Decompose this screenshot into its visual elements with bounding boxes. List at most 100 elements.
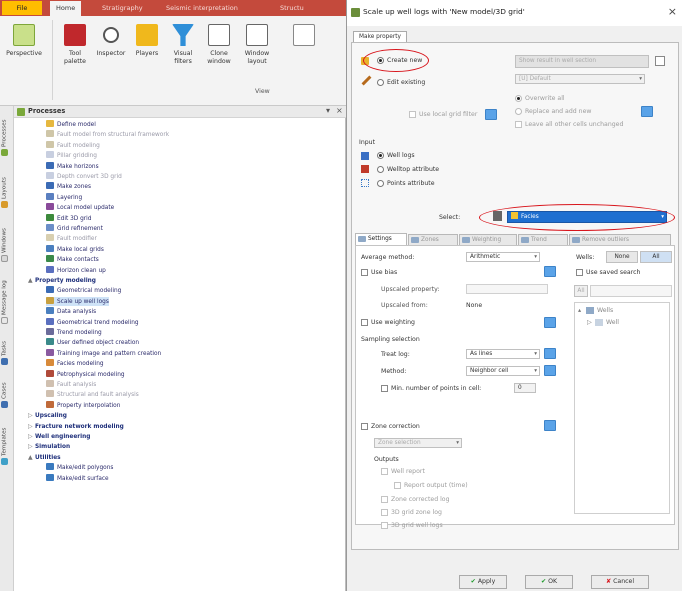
- use-bias-checkbox[interactable]: [361, 269, 368, 276]
- ok-button[interactable]: ✔ OK: [525, 575, 573, 589]
- process-item[interactable]: Make horizons: [46, 161, 99, 171]
- process-group[interactable]: ▷ Well engineering: [28, 432, 90, 441]
- process-item[interactable]: Training image and pattern creation: [46, 348, 161, 358]
- zone-selection-combo[interactable]: Zone selection ▾: [374, 438, 462, 448]
- process-item[interactable]: Local model update: [46, 203, 114, 212]
- saved-search-checkbox[interactable]: [576, 269, 583, 276]
- inspector-button[interactable]: Inspector: [94, 22, 128, 88]
- side-tab-layouts[interactable]: Layouts: [1, 170, 13, 216]
- process-item[interactable]: Edit 3D grid: [46, 213, 91, 223]
- tab-home[interactable]: Home: [50, 1, 82, 16]
- expand-arrow-icon[interactable]: ▲: [28, 276, 35, 285]
- default-combo[interactable]: [U] Default ▾: [515, 74, 645, 84]
- process-group[interactable]: ▲ Property modeling: [28, 276, 96, 285]
- perspective-button[interactable]: Perspective: [2, 22, 46, 88]
- replace-options-button[interactable]: [641, 106, 653, 117]
- use-weighting-checkbox[interactable]: [361, 319, 368, 326]
- wells-none-button[interactable]: None: [606, 251, 638, 263]
- show-result-checkbox[interactable]: [655, 56, 665, 66]
- tab-remove-outliers[interactable]: Remove outliers: [569, 234, 671, 245]
- process-item[interactable]: Geometrical modeling: [46, 286, 121, 295]
- treat-log-combo[interactable]: As lines ▾: [466, 349, 540, 359]
- process-item[interactable]: Fault analysis: [46, 380, 96, 389]
- zone-correction-button[interactable]: [544, 420, 556, 431]
- create-new-radio[interactable]: [377, 57, 384, 64]
- upscaled-property-field[interactable]: [466, 284, 548, 294]
- side-tab-processes[interactable]: Processes: [1, 110, 13, 166]
- weighting-settings-button[interactable]: [544, 317, 556, 328]
- grid-well-logs-checkbox[interactable]: [381, 522, 388, 529]
- clone-window-button[interactable]: Clone window: [202, 22, 236, 88]
- tree-root-label[interactable]: Wells: [597, 307, 613, 314]
- process-item[interactable]: Fault model from structural framework: [46, 130, 169, 139]
- expand-arrow-icon[interactable]: ▷: [28, 411, 35, 420]
- method-button[interactable]: [544, 365, 556, 376]
- bias-settings-button[interactable]: [544, 266, 556, 277]
- process-item[interactable]: Horizon clean up: [46, 265, 106, 275]
- treat-log-button[interactable]: [544, 348, 556, 359]
- zone-correction-checkbox[interactable]: [361, 423, 368, 430]
- expand-arrow-icon[interactable]: ▷: [28, 422, 35, 431]
- process-item[interactable]: Make/edit surface: [46, 473, 109, 483]
- visual-filters-button[interactable]: Visual filters: [166, 22, 200, 88]
- tab-weighting[interactable]: Weighting: [459, 234, 517, 245]
- process-item[interactable]: Define model: [46, 120, 96, 129]
- process-item[interactable]: Make contacts: [46, 255, 99, 264]
- ribbon-more-button[interactable]: [284, 22, 324, 88]
- process-item[interactable]: Fault modifier: [46, 234, 97, 243]
- tree-child-expand-icon[interactable]: ▷: [587, 319, 592, 326]
- process-item[interactable]: User defined object creation: [46, 338, 139, 347]
- expand-arrow-icon[interactable]: ▷: [28, 432, 35, 441]
- process-group[interactable]: ▲ Utilities: [28, 453, 61, 462]
- process-item[interactable]: Facies modeling: [46, 359, 104, 368]
- panel-menu-icon[interactable]: ▾: [326, 106, 330, 115]
- process-item[interactable]: Structural and fault analysis: [46, 390, 139, 399]
- process-group[interactable]: ▷ Fracture network modeling: [28, 422, 124, 431]
- report-output-checkbox[interactable]: [394, 482, 401, 489]
- players-button[interactable]: Players: [130, 22, 164, 88]
- edit-existing-radio[interactable]: [377, 79, 384, 86]
- process-item[interactable]: Data analysis: [46, 307, 96, 316]
- tab-trend[interactable]: Trend: [518, 234, 568, 245]
- grid-filter-button[interactable]: [485, 109, 497, 120]
- average-method-combo[interactable]: Arithmetic ▾: [466, 252, 540, 262]
- side-tab-cases[interactable]: Cases: [1, 376, 13, 414]
- select-combo[interactable]: Facies ▾: [507, 211, 667, 223]
- process-item[interactable]: Trend modeling: [46, 328, 102, 337]
- grid-zone-log-checkbox[interactable]: [381, 509, 388, 516]
- process-item[interactable]: Geometrical trend modeling: [46, 317, 139, 327]
- show-result-button[interactable]: Show result in well section: [515, 55, 649, 68]
- tree-child-label[interactable]: Well: [606, 319, 619, 326]
- process-item[interactable]: Pillar gridding: [46, 151, 97, 160]
- wells-search-field[interactable]: [590, 285, 672, 297]
- side-tab-templates[interactable]: Templates: [1, 418, 13, 474]
- process-group[interactable]: ▷ Simulation: [28, 442, 70, 451]
- overwrite-all-radio[interactable]: [515, 95, 522, 102]
- tab-seismic-interpretation[interactable]: Seismic interpretation: [160, 2, 244, 14]
- window-layout-button[interactable]: Window layout: [240, 22, 274, 88]
- points-attribute-radio[interactable]: [377, 180, 384, 187]
- apply-button[interactable]: ✔ Apply: [459, 575, 507, 589]
- process-item[interactable]: Make/edit polygons: [46, 463, 113, 472]
- local-grid-filter-checkbox[interactable]: [409, 111, 416, 118]
- tab-structural[interactable]: Structu: [274, 2, 310, 14]
- welltop-attribute-radio[interactable]: [377, 166, 384, 173]
- zone-corrected-log-checkbox[interactable]: [381, 496, 388, 503]
- side-tab-windows[interactable]: Windows: [1, 220, 13, 270]
- process-item[interactable]: Make zones: [46, 182, 91, 191]
- tool-palette-button[interactable]: Tool palette: [58, 22, 92, 88]
- well-report-checkbox[interactable]: [381, 468, 388, 475]
- process-item[interactable]: Fault modeling: [46, 140, 100, 150]
- process-item[interactable]: Property interpolation: [46, 400, 120, 410]
- tab-file[interactable]: File: [2, 1, 42, 15]
- expand-arrow-icon[interactable]: ▲: [28, 453, 35, 462]
- tab-stratigraphy[interactable]: Stratigraphy: [96, 2, 149, 14]
- process-group[interactable]: ▷ Upscaling: [28, 411, 67, 420]
- input-drop-icon[interactable]: [493, 211, 502, 221]
- cancel-button[interactable]: ✘ Cancel: [591, 575, 649, 589]
- leave-unchanged-checkbox[interactable]: [515, 121, 522, 128]
- process-item[interactable]: Layering: [46, 192, 82, 202]
- panel-close-icon[interactable]: ×: [336, 106, 343, 115]
- expand-arrow-icon[interactable]: ▷: [28, 442, 35, 451]
- close-icon[interactable]: ×: [668, 5, 677, 18]
